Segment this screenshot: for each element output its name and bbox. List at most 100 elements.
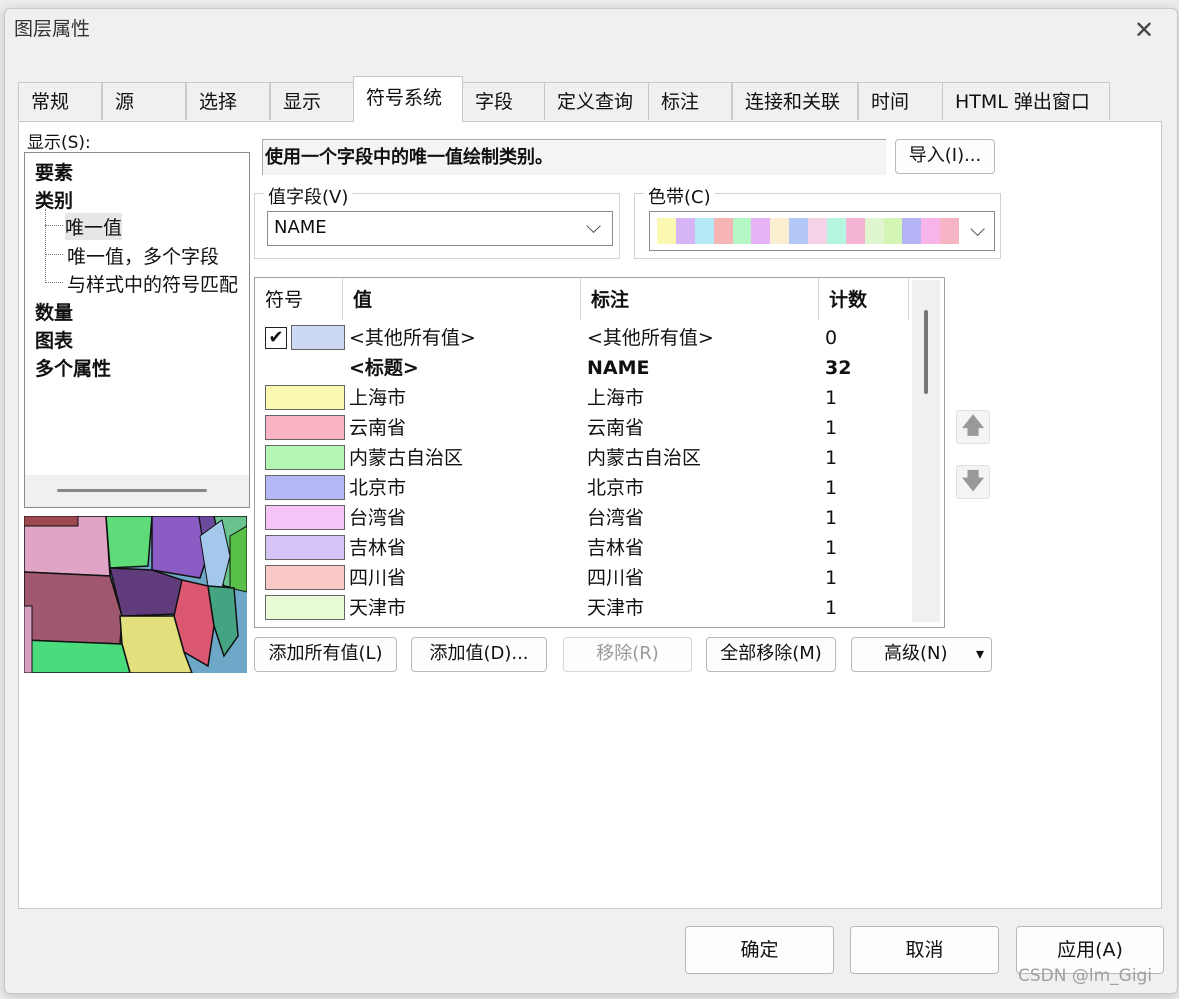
- symbol-swatch[interactable]: [265, 445, 345, 470]
- color-ramp-swatch: [713, 218, 733, 244]
- tab-joins-relates[interactable]: 连接和关联: [732, 82, 858, 120]
- color-ramp-swatch: [826, 218, 846, 244]
- tree-item-quantities[interactable]: 数量: [35, 298, 73, 325]
- color-ramp-swatch: [940, 218, 959, 244]
- preview-map-image: [24, 516, 247, 673]
- tree-item-unique-values-many-fields[interactable]: 唯一值，多个字段: [67, 242, 219, 269]
- tab-symbology[interactable]: 符号系统: [353, 76, 463, 122]
- table-vscroll-thumb[interactable]: [924, 310, 928, 394]
- cell-value: 内蒙古自治区: [349, 447, 464, 469]
- cell-count: 32: [825, 357, 852, 379]
- symbol-swatch[interactable]: [265, 385, 345, 410]
- cell-label: 吉林省: [587, 537, 645, 559]
- column-header-count[interactable]: 计数: [819, 278, 909, 320]
- cell-count: 1: [825, 537, 838, 559]
- value-field-label: 值字段(V): [264, 183, 353, 209]
- close-icon[interactable]: ✕: [1134, 18, 1154, 42]
- tree-item-charts[interactable]: 图表: [35, 326, 73, 353]
- column-header-value[interactable]: 值: [343, 278, 581, 320]
- tree-hscroll-thumb[interactable]: [57, 489, 207, 492]
- remove-all-button[interactable]: 全部移除(M): [706, 637, 836, 672]
- tab-labels[interactable]: 标注: [648, 82, 732, 120]
- symbol-swatch[interactable]: [265, 595, 345, 620]
- symbol-swatch[interactable]: [265, 415, 345, 440]
- import-button[interactable]: 导入(I)...: [895, 139, 995, 174]
- cell-count: 1: [825, 507, 838, 529]
- cell-value: 北京市: [349, 477, 407, 499]
- tree-item-match-to-style[interactable]: 与样式中的符号匹配: [67, 270, 238, 297]
- chevron-down-icon: ⌵: [586, 214, 602, 238]
- watermark: CSDN @lm_Gigi: [1018, 966, 1153, 986]
- add-all-values-button[interactable]: 添加所有值(L): [254, 637, 397, 672]
- cell-label: 云南省: [587, 417, 645, 439]
- tree-item-unique-values[interactable]: 唯一值: [65, 213, 123, 240]
- unique-values-table[interactable]: 符号 值 标注 计数 ✔ <其他所有值> <其他所有值> 0 <标题> NAME…: [254, 277, 945, 628]
- cell-value: 四川省: [349, 567, 407, 589]
- tab-time[interactable]: 时间: [858, 82, 944, 120]
- advanced-button[interactable]: 高级(N) ▾: [851, 637, 992, 672]
- cancel-button[interactable]: 取消: [850, 926, 999, 974]
- color-ramp-swatch: [921, 218, 941, 244]
- tab-selection[interactable]: 选择: [186, 82, 270, 120]
- column-header-symbol[interactable]: 符号: [255, 278, 343, 320]
- cell-label: 内蒙古自治区: [587, 447, 702, 469]
- tab-source[interactable]: 源: [102, 82, 186, 120]
- table-row[interactable]: 北京市 北京市 1: [255, 473, 915, 503]
- table-row[interactable]: 上海市 上海市 1: [255, 383, 915, 413]
- move-up-icon[interactable]: 🡅: [956, 410, 990, 444]
- symbol-swatch[interactable]: [291, 325, 345, 350]
- move-down-icon[interactable]: 🡇: [956, 465, 990, 499]
- cell-count: 1: [825, 387, 838, 409]
- cell-label: <其他所有值>: [587, 327, 714, 349]
- cell-label: 上海市: [587, 387, 645, 409]
- cell-count: 1: [825, 417, 838, 439]
- cell-value: 天津市: [349, 597, 407, 619]
- cell-value: <其他所有值>: [349, 327, 476, 349]
- symbol-swatch[interactable]: [265, 535, 345, 560]
- color-ramp-swatches: [657, 218, 959, 244]
- color-ramp-select[interactable]: ⌵: [649, 211, 995, 251]
- add-values-button[interactable]: 添加值(D)...: [411, 637, 547, 672]
- table-row-heading[interactable]: <标题> NAME 32: [255, 353, 915, 383]
- tab-definition-query[interactable]: 定义查询: [544, 82, 650, 120]
- remove-button[interactable]: 移除(R): [563, 637, 692, 672]
- ok-button[interactable]: 确定: [685, 926, 834, 974]
- tab-fields[interactable]: 字段: [462, 82, 546, 120]
- color-ramp-swatch: [902, 218, 922, 244]
- advanced-button-label: 高级(N): [884, 643, 948, 664]
- color-ramp-swatch: [751, 218, 771, 244]
- color-ramp-swatch: [789, 218, 808, 244]
- table-row[interactable]: 四川省 四川省 1: [255, 563, 915, 593]
- symbol-swatch[interactable]: [265, 475, 345, 500]
- tree-hscrollbar[interactable]: [25, 475, 249, 507]
- color-ramp-swatch: [657, 218, 676, 244]
- tree-item-multiple-attributes[interactable]: 多个属性: [35, 354, 111, 381]
- color-ramp-swatch: [675, 218, 695, 244]
- cell-label: 北京市: [587, 477, 645, 499]
- table-row-other-values[interactable]: ✔ <其他所有值> <其他所有值> 0: [255, 323, 915, 353]
- table-row[interactable]: 天津市 天津市 1: [255, 593, 915, 623]
- value-field-select[interactable]: NAME ⌵: [267, 211, 613, 246]
- color-ramp-swatch: [864, 218, 884, 244]
- tree-item-features[interactable]: 要素: [35, 158, 73, 185]
- symbol-swatch[interactable]: [265, 505, 345, 530]
- cell-count: 1: [825, 477, 838, 499]
- checkbox-other-values[interactable]: ✔: [265, 327, 287, 349]
- renderer-tree[interactable]: 要素 类别 唯一值 唯一值，多个字段 与样式中的符号匹配 数量 图表 多个属性: [24, 152, 250, 508]
- symbol-swatch[interactable]: [265, 565, 345, 590]
- color-ramp-swatch: [883, 218, 903, 244]
- table-row[interactable]: 内蒙古自治区 内蒙古自治区 1: [255, 443, 915, 473]
- dialog-title: 图层属性: [14, 18, 91, 40]
- table-row[interactable]: 吉林省 吉林省 1: [255, 533, 915, 563]
- renderer-description: 使用一个字段中的唯一值绘制类别。: [262, 139, 886, 175]
- tab-display[interactable]: 显示: [270, 82, 354, 120]
- column-header-label[interactable]: 标注: [581, 278, 819, 320]
- cell-count: 1: [825, 447, 838, 469]
- tree-item-categories[interactable]: 类别: [35, 186, 73, 213]
- tab-general[interactable]: 常规: [18, 82, 102, 120]
- table-row[interactable]: 云南省 云南省 1: [255, 413, 915, 443]
- tab-html-popup[interactable]: HTML 弹出窗口: [942, 82, 1110, 120]
- chevron-down-icon: ⌵: [970, 217, 986, 241]
- color-ramp-swatch: [694, 218, 714, 244]
- table-row[interactable]: 台湾省 台湾省 1: [255, 503, 915, 533]
